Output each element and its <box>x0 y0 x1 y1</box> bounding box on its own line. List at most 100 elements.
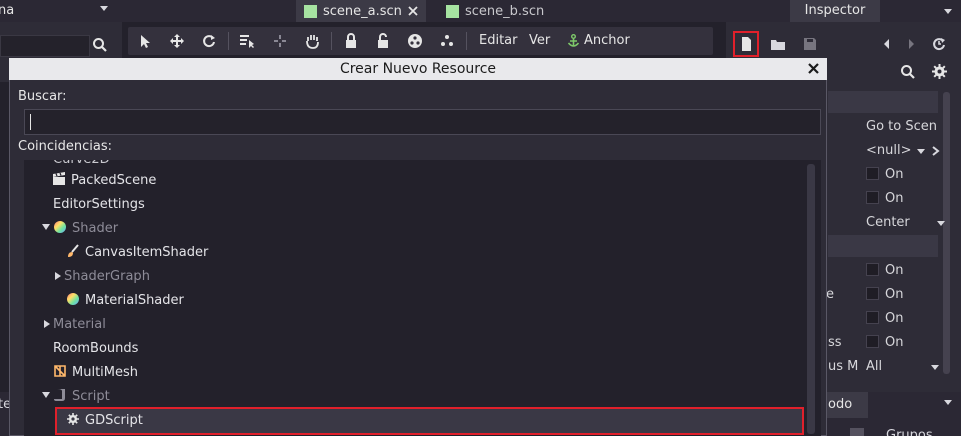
collapse-arrow-icon[interactable] <box>44 320 50 328</box>
move-tool-icon[interactable] <box>167 32 187 50</box>
rotate-tool-icon[interactable] <box>199 32 219 50</box>
new-resource-button[interactable] <box>733 31 759 57</box>
tab-node[interactable]: odo <box>826 392 868 418</box>
expand-arrow-icon[interactable] <box>42 392 50 398</box>
inspector-value-filename[interactable]: Go to Scen <box>866 116 937 138</box>
left-dock-title: na <box>0 3 15 18</box>
folder-icon <box>771 40 785 50</box>
chevron-right-icon <box>931 146 940 156</box>
collapse-arrow-icon[interactable] <box>55 272 61 280</box>
tree-category-label: Shader <box>72 221 119 236</box>
inspector-checkbox-5[interactable]: On <box>866 308 903 330</box>
lock-icon[interactable] <box>341 32 361 50</box>
inspector-dropdown-center[interactable]: Center <box>866 212 946 234</box>
pan-hand-icon[interactable] <box>302 32 322 50</box>
list-select-icon[interactable] <box>237 32 257 50</box>
anchor-label: Anchor <box>584 33 630 48</box>
tree-item-editorsettings[interactable]: EditorSettings <box>53 193 145 217</box>
checkbox[interactable] <box>866 263 879 276</box>
script-icon <box>54 389 65 401</box>
shader-sphere-icon <box>54 221 66 233</box>
inspector-dropdown-all[interactable]: All <box>866 356 940 378</box>
menu-editar[interactable]: Editar <box>479 32 518 50</box>
checkbox[interactable] <box>866 167 879 180</box>
chevron-down-icon <box>931 365 940 370</box>
close-icon[interactable] <box>806 61 821 76</box>
unlock-icon[interactable] <box>373 32 393 50</box>
checkbox-label: On <box>885 191 904 206</box>
tree-category-label: Material <box>53 317 106 332</box>
search-label: Buscar: <box>18 89 67 104</box>
tree-item-materialshader[interactable]: MaterialShader <box>66 289 184 313</box>
ungroup-icon[interactable] <box>437 32 457 50</box>
save-resource-button[interactable] <box>799 33 821 55</box>
tree-category-shadergraph[interactable]: ShaderGraph <box>55 265 150 289</box>
tree-item-label: RoomBounds <box>53 341 139 356</box>
tree-category-material[interactable]: Material <box>44 313 106 337</box>
tab-scene-a[interactable]: scene_a.scn <box>296 0 426 22</box>
tab-inspector[interactable]: Inspector <box>790 0 880 22</box>
tree-item-label: EditorSettings <box>53 197 145 212</box>
inspector-checkbox-6[interactable]: On <box>866 332 903 354</box>
checkbox-label: On <box>885 311 904 326</box>
tab-label: scene_a.scn <box>323 3 402 19</box>
inspector-checkbox-4[interactable]: On <box>866 284 903 306</box>
checkbox[interactable] <box>866 335 879 348</box>
gear-icon[interactable] <box>931 63 948 80</box>
tree-item-label: CanvasItemShader <box>85 245 209 260</box>
scene-file-icon <box>446 4 459 18</box>
inspector-section-header <box>828 235 938 257</box>
history-back-icon[interactable] <box>880 37 894 51</box>
checkbox[interactable] <box>866 191 879 204</box>
expand-arrow-icon[interactable] <box>42 224 50 230</box>
chevron-down-icon[interactable] <box>942 5 954 17</box>
checkbox-label: On <box>885 335 904 350</box>
tree-scrollbar[interactable] <box>807 164 815 434</box>
tree-item-canvasitemshader[interactable]: CanvasItemShader <box>66 241 208 265</box>
tree-item-packedscene[interactable]: PackedScene <box>52 169 156 193</box>
inspector-checkbox-3[interactable]: On <box>866 260 903 282</box>
checkbox[interactable] <box>866 311 879 324</box>
inspector-value-resource[interactable]: <null> <box>866 140 940 162</box>
history-icon[interactable] <box>931 36 947 52</box>
menu-anchor[interactable]: Anchor <box>567 32 630 50</box>
tree-category-label: Script <box>72 389 110 404</box>
inspector-checkbox-1[interactable]: On <box>866 164 903 186</box>
history-forward-icon[interactable] <box>904 37 918 51</box>
text-caret <box>30 114 31 130</box>
pivot-tool-icon[interactable] <box>270 32 290 50</box>
chevron-down-icon[interactable] <box>942 396 954 408</box>
tree-item-multimesh[interactable]: MultiMesh <box>53 361 138 385</box>
tree-item-gdscript[interactable]: GDScript <box>55 407 804 435</box>
tree-category-shader[interactable]: Shader <box>42 217 118 241</box>
group-icon[interactable] <box>405 32 425 50</box>
inspector-checkbox-2[interactable]: On <box>866 188 903 210</box>
checkbox[interactable] <box>866 287 879 300</box>
anchor-icon <box>567 34 580 47</box>
select-tool-icon[interactable] <box>135 32 155 50</box>
toolbar-separator <box>331 32 332 50</box>
toolbar-separator <box>466 32 467 50</box>
inspector-prop-label: us M <box>828 359 859 374</box>
chevron-down-icon[interactable] <box>98 2 110 14</box>
menu-ver[interactable]: Ver <box>529 32 550 50</box>
tree-category-script[interactable]: Script <box>42 385 110 409</box>
search-icon[interactable] <box>900 64 916 80</box>
new-file-icon <box>742 37 751 51</box>
search-icon[interactable] <box>92 37 108 53</box>
inspector-section-header <box>828 91 938 113</box>
open-resource-button[interactable] <box>767 33 789 55</box>
scene-filter-input[interactable] <box>0 35 90 57</box>
tree-item-roombounds[interactable]: RoomBounds <box>53 337 138 361</box>
tree-item-label: GDScript <box>85 413 143 428</box>
resource-tree: Curve2D PackedScene EditorSettings Shade… <box>24 160 821 436</box>
dropdown-value: Center <box>866 215 910 230</box>
shader-sphere-icon <box>67 293 79 305</box>
tree-item-label: MaterialShader <box>85 293 184 308</box>
toolbar-separator <box>228 32 229 50</box>
close-icon[interactable] <box>408 6 418 16</box>
tab-groups[interactable]: Grupos <box>886 428 933 436</box>
save-icon <box>804 38 816 50</box>
tab-scene-b[interactable]: scene_b.scn <box>438 0 553 22</box>
search-input[interactable] <box>24 109 821 135</box>
